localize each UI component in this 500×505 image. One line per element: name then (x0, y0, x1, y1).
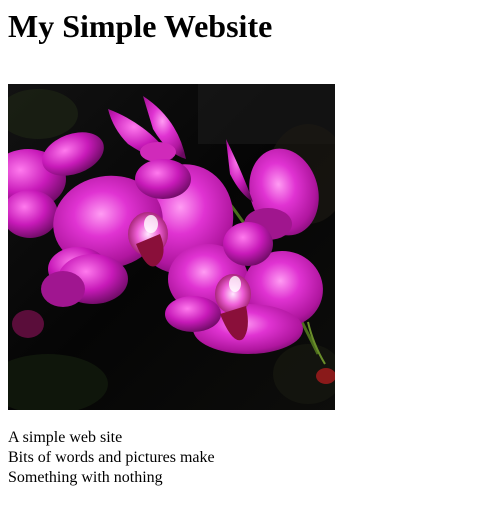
poem-line: Bits of words and pictures make (8, 449, 215, 466)
orchid-image (8, 84, 335, 410)
poem-text: A simple web site Bits of words and pict… (8, 428, 215, 488)
poem-line: Something with nothing (8, 469, 163, 486)
page-title: My Simple Website (8, 8, 273, 44)
poem-line: A simple web site (8, 429, 123, 446)
